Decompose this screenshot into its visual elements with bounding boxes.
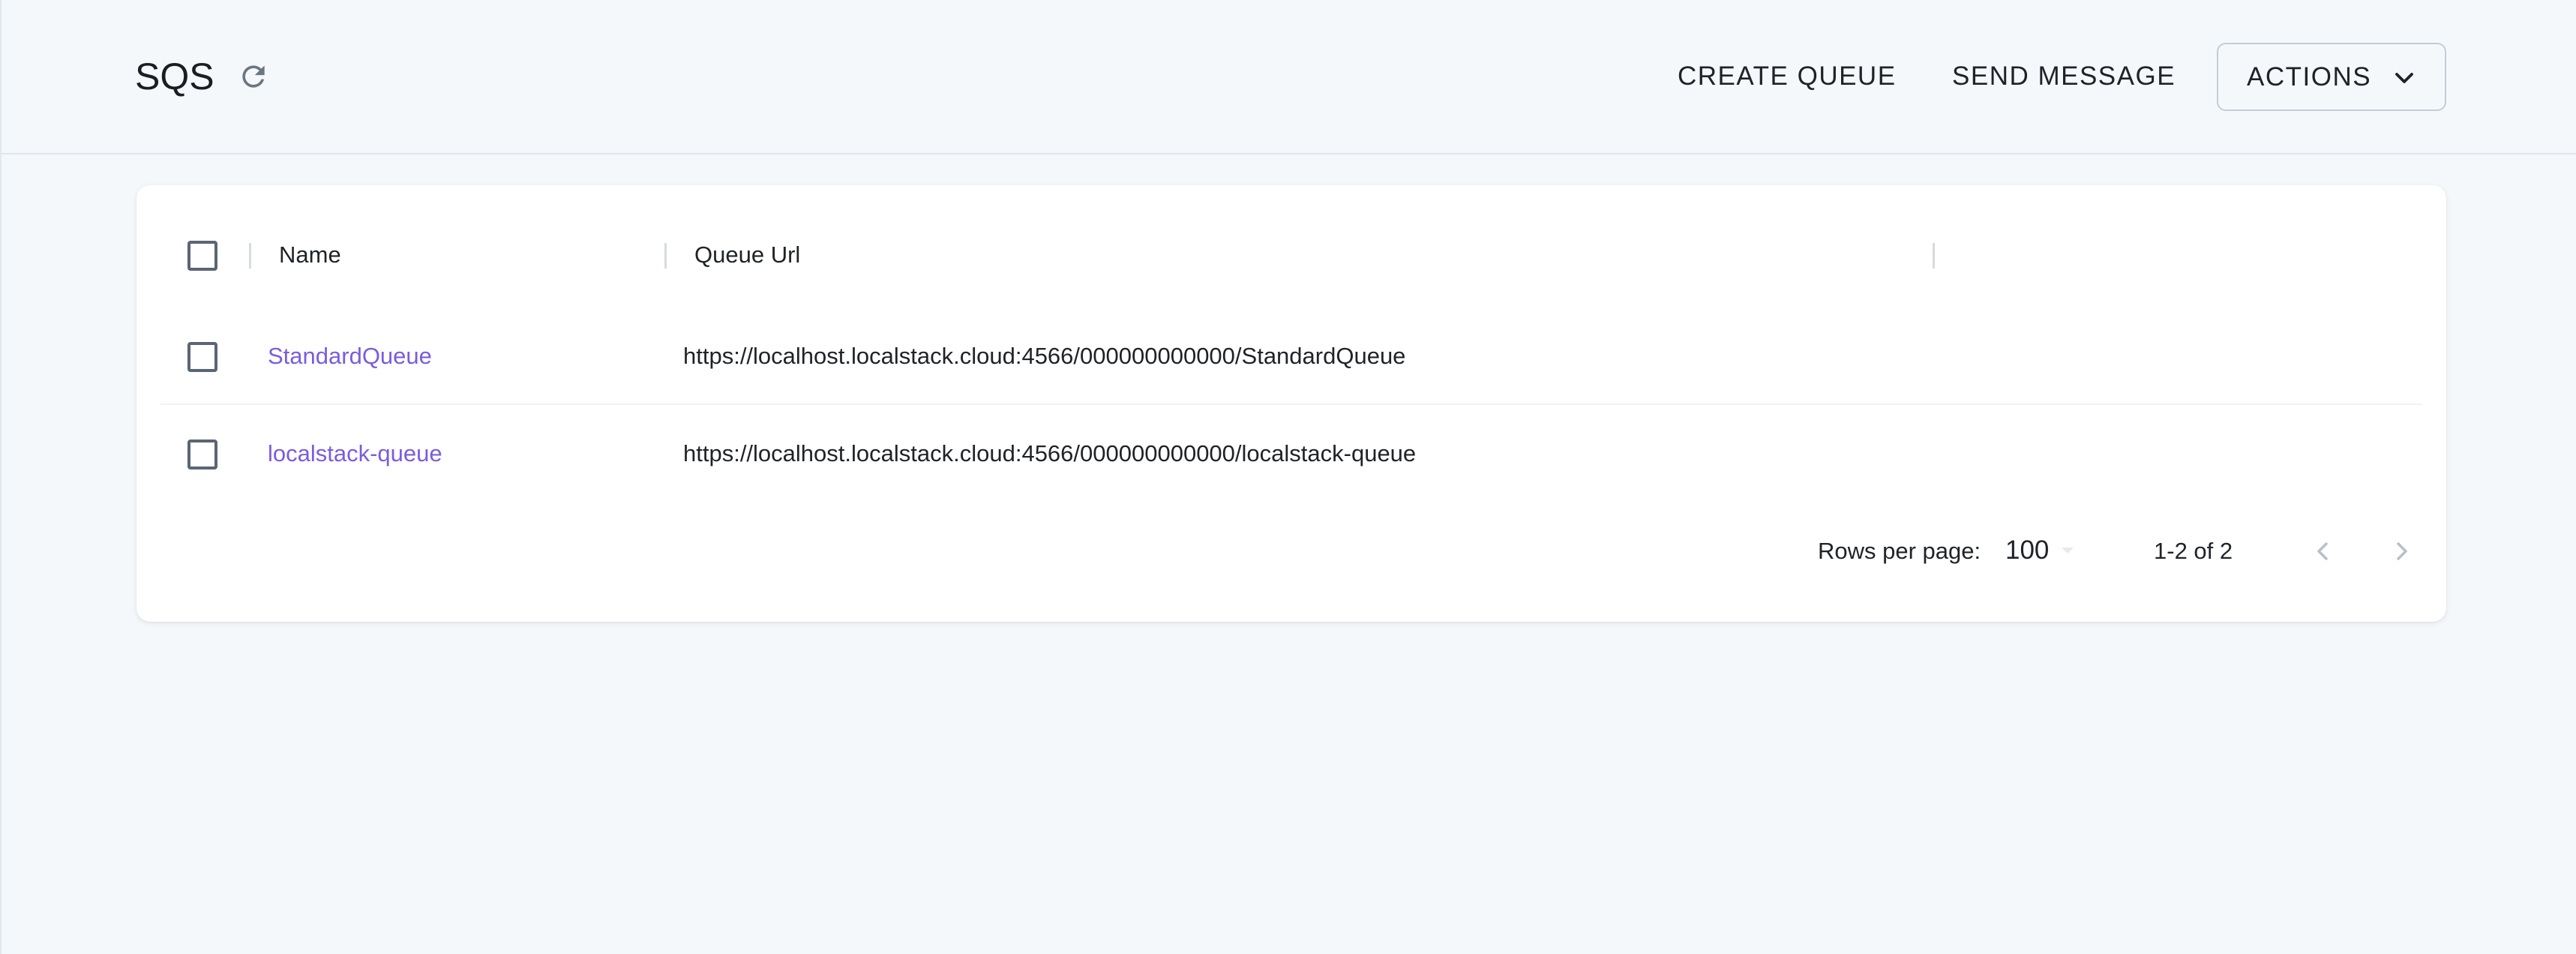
actions-dropdown-button[interactable]: ACTIONS bbox=[2217, 43, 2446, 111]
caret-down-icon bbox=[2062, 548, 2074, 554]
chevron-down-icon bbox=[2395, 73, 2413, 83]
rows-per-page-value: 100 bbox=[2005, 536, 2050, 565]
row-checkbox[interactable] bbox=[187, 440, 217, 470]
queues-table: Name Queue Url StandardQueue https://loc… bbox=[136, 185, 2446, 622]
queue-name-link[interactable]: localstack-queue bbox=[268, 439, 442, 469]
page: SQS CREATE QUEUE SEND MESSAGE ACTIONS Na… bbox=[0, 0, 2576, 954]
chevron-right-icon[interactable] bbox=[2383, 533, 2419, 569]
queue-name-link[interactable]: StandardQueue bbox=[268, 341, 432, 371]
column-separator[interactable] bbox=[249, 243, 251, 268]
column-header-name[interactable]: Name bbox=[279, 240, 341, 270]
create-queue-button[interactable]: CREATE QUEUE bbox=[1678, 54, 1897, 99]
column-separator[interactable] bbox=[1933, 243, 1935, 268]
column-separator[interactable] bbox=[664, 243, 667, 268]
row-checkbox[interactable] bbox=[187, 342, 217, 372]
actions-label: ACTIONS bbox=[2247, 62, 2372, 92]
select-all-checkbox[interactable] bbox=[187, 241, 217, 271]
page-header: SQS CREATE QUEUE SEND MESSAGE ACTIONS bbox=[1, 0, 2576, 154]
rows-per-page-label: Rows per page: bbox=[1818, 538, 1981, 564]
column-header-queue-url[interactable]: Queue Url bbox=[694, 240, 800, 270]
page-title: SQS bbox=[135, 56, 214, 98]
send-message-button[interactable]: SEND MESSAGE bbox=[1952, 54, 2176, 99]
chevron-left-icon[interactable] bbox=[2305, 533, 2341, 569]
refresh-icon[interactable] bbox=[237, 60, 270, 93]
row-divider bbox=[160, 404, 2422, 405]
queue-url: https://localhost.localstack.cloud:4566/… bbox=[683, 343, 1406, 369]
queue-url: https://localhost.localstack.cloud:4566/… bbox=[683, 440, 1417, 466]
pagination-range: 1-2 of 2 bbox=[2154, 538, 2233, 564]
